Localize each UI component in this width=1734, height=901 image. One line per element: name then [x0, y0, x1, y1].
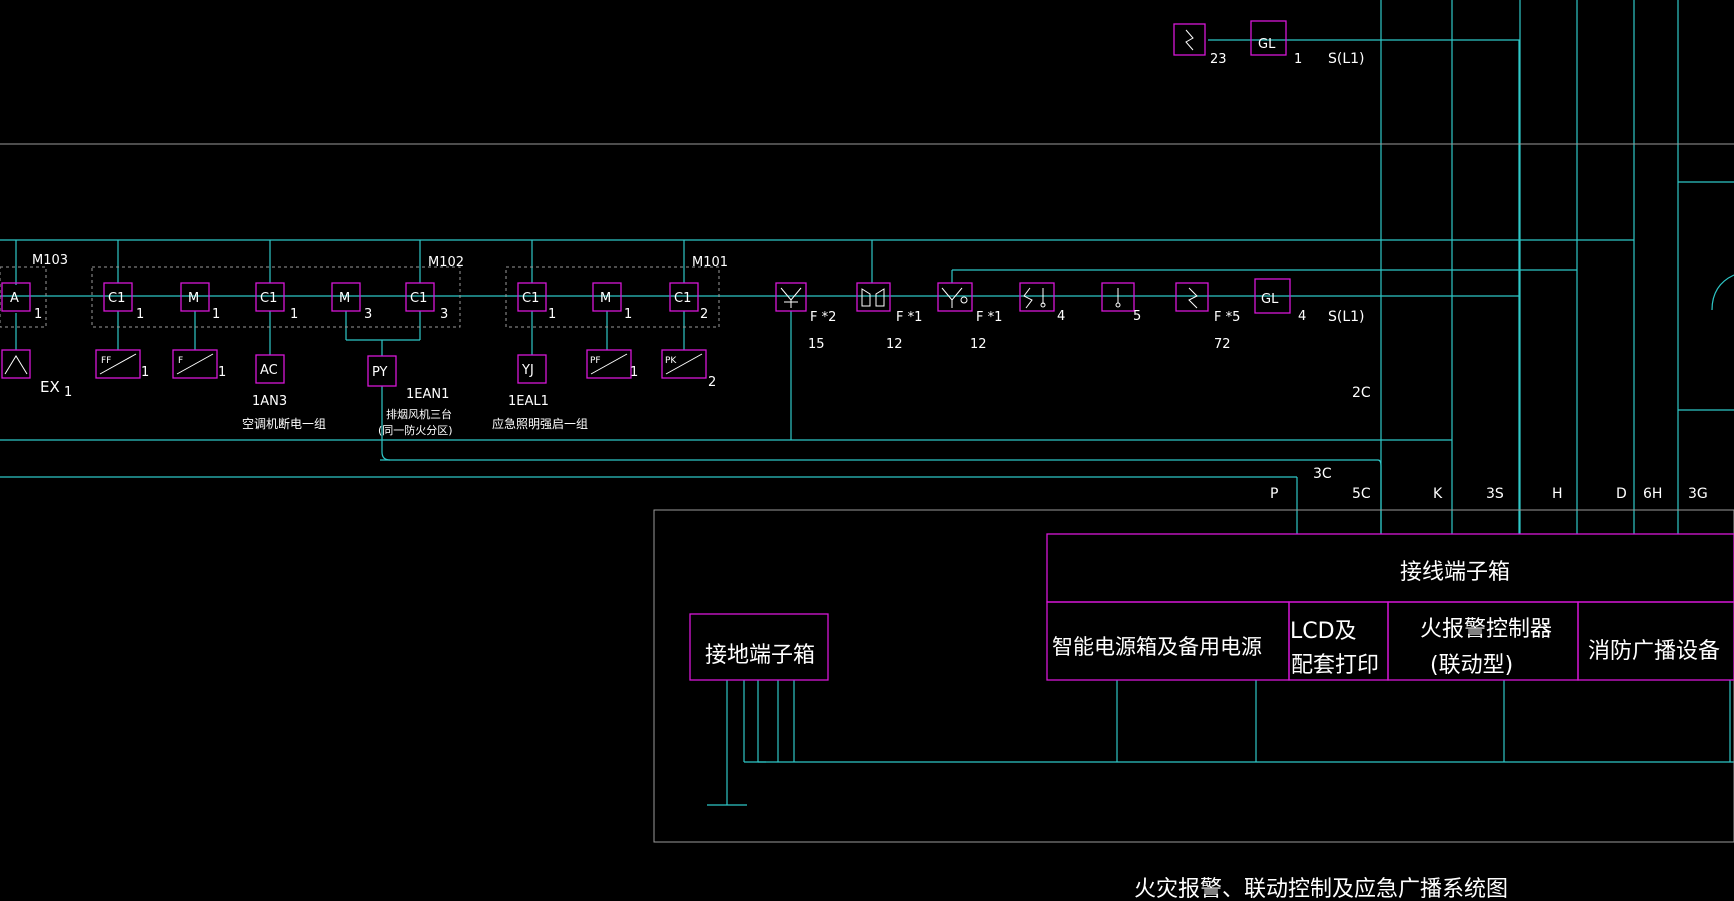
fmark-4: F *5 — [1214, 310, 1240, 325]
fnum-1: 15 — [808, 337, 825, 352]
eal1-label: 1EAL1 — [508, 394, 549, 409]
ean1-desc2: (同一防火分区) — [378, 423, 453, 437]
terminal-label: 接线端子箱 — [1400, 560, 1510, 585]
count-c1-5: 2 — [700, 307, 708, 322]
ean1-label: 1EAN1 — [406, 387, 449, 402]
label-pf: PF — [590, 356, 601, 366]
count-ff: 1 — [141, 365, 149, 380]
module-m101-label: M101 — [692, 255, 728, 270]
gl-label: GL — [1258, 37, 1276, 52]
count-gl: 4 — [1298, 309, 1306, 324]
fmark-3: F *1 — [976, 310, 1002, 325]
count-c1-2: 1 — [290, 307, 298, 322]
fnum-2: 12 — [886, 337, 903, 352]
fmark-2: F *1 — [896, 310, 922, 325]
broadcast-label: 消防广播设备 — [1588, 639, 1720, 664]
an3-desc: 空调机断电一组 — [242, 416, 326, 431]
count-m-3: 1 — [624, 307, 632, 322]
ean1-desc1: 排烟风机三台 — [386, 407, 452, 421]
bus-label-d: D — [1616, 486, 1627, 502]
module-m103-label: M103 — [32, 253, 68, 268]
label-m-3: M — [600, 291, 611, 306]
bus-label-6h: 6H — [1643, 486, 1662, 502]
label-yj: YJ — [521, 363, 534, 378]
bus-label-h: H — [1552, 486, 1563, 502]
label-a: A — [10, 291, 19, 306]
fnum-3: 12 — [970, 337, 987, 352]
power-label: 智能电源箱及备用电源 — [1052, 635, 1262, 659]
ground-label: 接地端子箱 — [705, 643, 815, 668]
header-count-left: 23 — [1210, 52, 1227, 67]
bus-label-2c: 2C — [1352, 385, 1371, 401]
fmark-1: F *2 — [810, 310, 836, 325]
count-c1-1: 1 — [136, 307, 144, 322]
eal1-desc: 应急照明强启一组 — [492, 416, 588, 431]
label-m-1: M — [188, 291, 199, 306]
drawing-title: 火灾报警、联动控制及应急广播系统图 — [1134, 877, 1508, 901]
an3-label: 1AN3 — [252, 394, 287, 409]
label-c1-5: C1 — [674, 291, 691, 306]
bus-label-p: P — [1270, 486, 1278, 502]
count-bell: 4 — [1057, 309, 1065, 324]
bus-label-3g: 3G — [1688, 486, 1708, 502]
lcd-label-1: LCD及 — [1290, 619, 1357, 644]
header-sline: S(L1) — [1328, 51, 1365, 67]
lcd-label-2: 配套打印 — [1291, 653, 1379, 678]
label-pk: PK — [665, 356, 677, 366]
label-c1-3: C1 — [410, 291, 427, 306]
fire-label-2: (联动型) — [1430, 653, 1513, 678]
label-ac: AC — [260, 363, 278, 378]
count-pf: 1 — [630, 365, 638, 380]
count-m-2: 3 — [364, 307, 372, 322]
fnum-4: 72 — [1214, 337, 1231, 352]
label-py: PY — [372, 365, 388, 380]
count-thermal: 5 — [1133, 309, 1141, 324]
count-pk: 2 — [708, 375, 716, 390]
count-f: 1 — [218, 365, 226, 380]
fire-label-1: 火报警控制器 — [1420, 617, 1552, 642]
fire-alarm-system-diagram: 23 GL 1 S(L1) M103 M102 M101 A C1 M C1 M… — [0, 0, 1734, 901]
label-c1-4: C1 — [522, 291, 539, 306]
sline-label-2: S(L1) — [1328, 309, 1365, 325]
bus-label-k: K — [1433, 486, 1443, 502]
label-gl: GL — [1261, 292, 1279, 307]
count-c1-4: 1 — [548, 307, 556, 322]
bus-label-3c: 3C — [1313, 466, 1332, 482]
label-m-2: M — [339, 291, 350, 306]
label-ff: FF — [101, 356, 111, 366]
label-c1-2: C1 — [260, 291, 277, 306]
count-c1-3: 3 — [440, 307, 448, 322]
ex-label: EX — [40, 378, 60, 396]
bus-label-5c: 5C — [1352, 486, 1371, 502]
label-f: F — [178, 356, 183, 366]
count-m-1: 1 — [212, 307, 220, 322]
bus-label-3s: 3S — [1486, 486, 1504, 502]
drawing-background — [0, 0, 1734, 901]
header-count-right: 1 — [1294, 52, 1302, 67]
count-a: 1 — [34, 307, 42, 322]
label-c1-1: C1 — [108, 291, 125, 306]
module-m102-label: M102 — [428, 255, 464, 270]
count-ex: 1 — [64, 385, 72, 400]
